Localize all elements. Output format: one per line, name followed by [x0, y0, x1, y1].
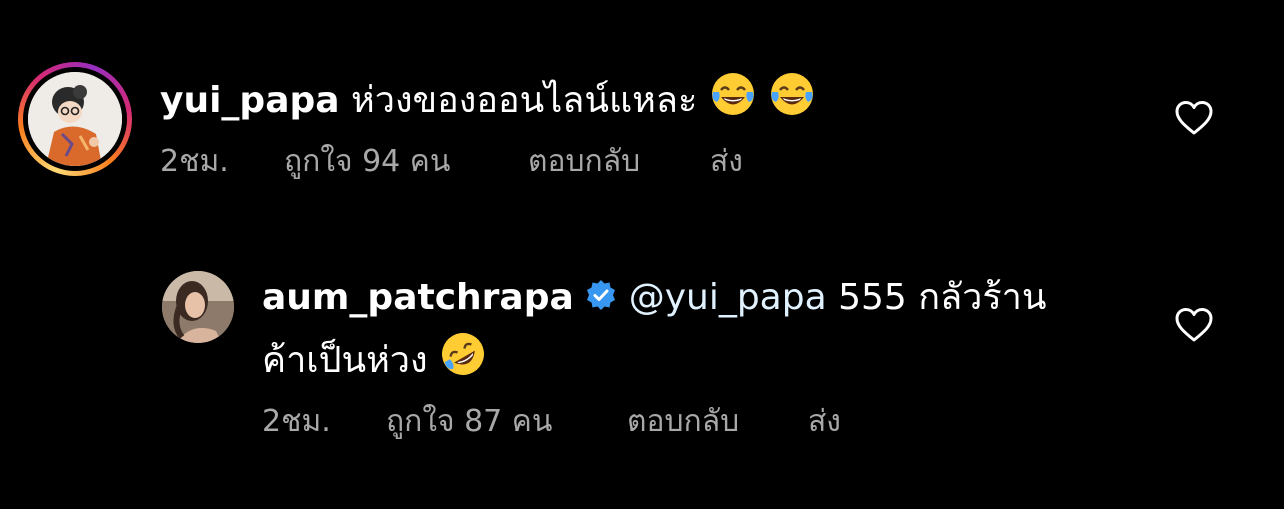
comment-body-line-2: ค้าเป็นห่วง [262, 330, 487, 383]
comment-text-line-1: 555 กลัวร้าน [838, 277, 1047, 318]
tears-of-joy-emoji-icon [771, 73, 814, 115]
comment-text-line-2: ค้าเป็นห่วง [262, 340, 428, 381]
comment-username[interactable]: aum_patchrapa [262, 277, 574, 318]
comment-username[interactable]: yui_papa [160, 80, 340, 121]
comment-item: yui_papa ห่วงของออนไลน์แหละ 2ชม. ถูกใจ 9… [0, 0, 1284, 200]
comment-text: ห่วงของออนไลน์แหละ [351, 80, 698, 121]
avatar-image [28, 72, 122, 166]
comment-body: yui_papa ห่วงของออนไลน์แหละ [160, 70, 816, 123]
avatar[interactable] [162, 271, 234, 343]
avatar[interactable] [18, 62, 132, 176]
rolling-on-floor-laughing-emoji-icon [442, 333, 485, 375]
mention-link[interactable]: @yui_papa [629, 277, 827, 318]
likes-count-link[interactable]: ถูกใจ 87 คน [386, 404, 552, 440]
avatar-illustration [162, 271, 234, 343]
reply-button[interactable]: ตอบกลับ [627, 404, 739, 440]
verified-badge-icon [587, 280, 616, 310]
reply-button[interactable]: ตอบกลับ [528, 144, 640, 180]
comment-time: 2ชม. [262, 404, 331, 439]
likes-count-link[interactable]: ถูกใจ 94 คน [284, 144, 450, 180]
avatar-illustration [28, 72, 122, 166]
send-button[interactable]: ส่ง [710, 144, 743, 180]
send-button[interactable]: ส่ง [808, 404, 841, 440]
heart-icon[interactable] [1174, 100, 1214, 136]
comment-body-line-1: aum_patchrapa @yui_papa 555 กลัวร้าน [262, 276, 1047, 320]
comment-time: 2ชม. [160, 144, 229, 179]
tears-of-joy-emoji-icon [711, 73, 754, 115]
heart-icon[interactable] [1174, 307, 1214, 343]
